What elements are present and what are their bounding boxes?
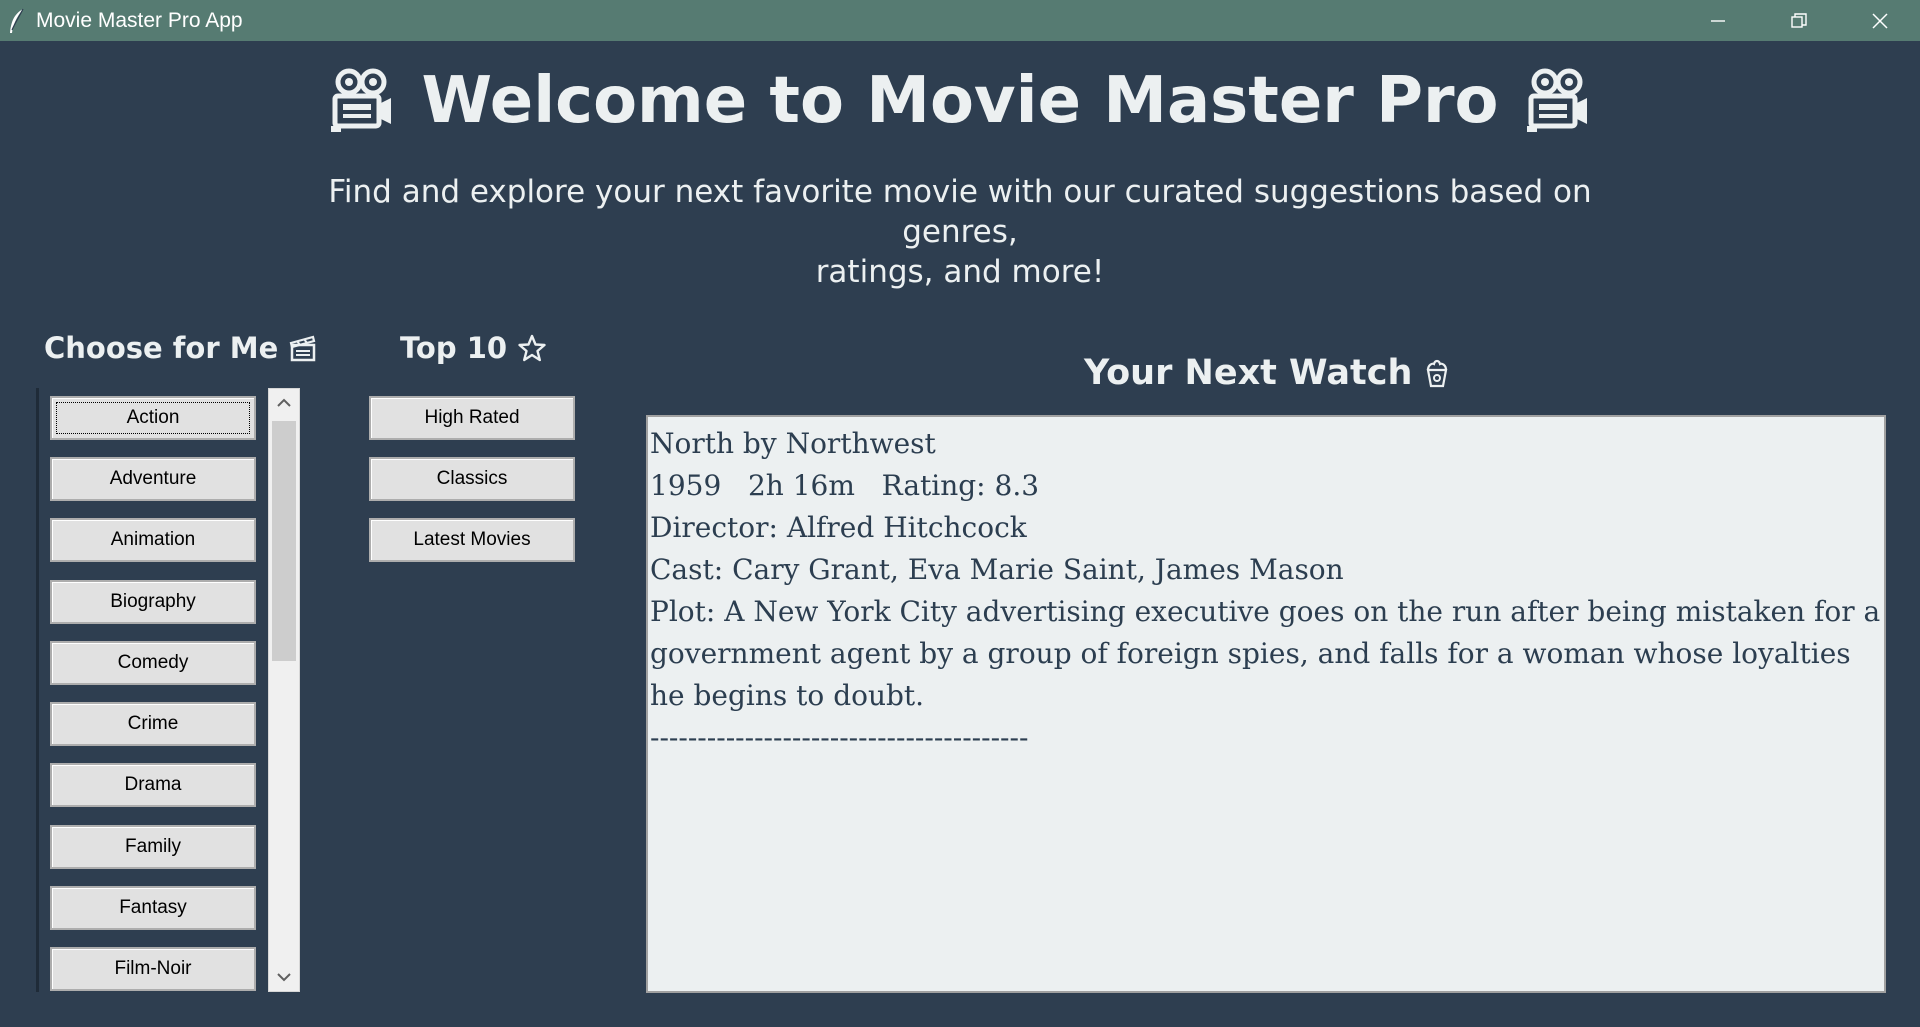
subtitle-line-2: ratings, and more! bbox=[815, 254, 1105, 290]
minimize-icon bbox=[1710, 19, 1725, 22]
close-icon bbox=[1871, 12, 1888, 29]
genre-button-crime[interactable]: Crime bbox=[50, 702, 256, 746]
movie-camera-icon bbox=[1526, 68, 1587, 132]
genre-button-film-noir[interactable]: Film-Noir bbox=[50, 947, 256, 991]
top-10-label: Top 10 bbox=[400, 331, 508, 365]
minimize-button[interactable] bbox=[1677, 0, 1758, 41]
movie-camera-icon bbox=[331, 68, 392, 132]
subtitle: Find and explore your next favorite movi… bbox=[280, 172, 1640, 292]
genre-button-comedy[interactable]: Comedy bbox=[50, 641, 256, 685]
feather-icon bbox=[10, 8, 24, 33]
genre-button-family[interactable]: Family bbox=[50, 825, 256, 869]
restore-button[interactable] bbox=[1758, 0, 1839, 41]
next-watch-label: Your Next Watch bbox=[1084, 353, 1413, 393]
genre-button-action[interactable]: Action bbox=[50, 396, 256, 440]
movie-meta: 1959 2h 16m Rating: 8.3 bbox=[650, 469, 1040, 502]
subtitle-line-1: Find and explore your next favorite movi… bbox=[328, 174, 1592, 250]
genre-button-adventure[interactable]: Adventure bbox=[50, 457, 256, 501]
chevron-down-icon bbox=[277, 973, 291, 982]
genre-button-biography[interactable]: Biography bbox=[50, 580, 256, 624]
welcome-title: Welcome to Movie Master Pro bbox=[421, 64, 1499, 138]
latest-movies-button[interactable]: Latest Movies bbox=[369, 518, 575, 562]
high-rated-button[interactable]: High Rated bbox=[369, 396, 575, 440]
scroll-down-button[interactable] bbox=[269, 963, 299, 991]
next-watch-textarea[interactable]: North by Northwest 1959 2h 16m Rating: 8… bbox=[646, 415, 1886, 993]
movie-cast: Cast: Cary Grant, Eva Marie Saint, James… bbox=[650, 553, 1344, 586]
movie-title: North by Northwest bbox=[650, 427, 936, 460]
separator-line: ---------------------------------------- bbox=[650, 721, 1029, 754]
close-button[interactable] bbox=[1839, 0, 1920, 41]
genre-button-drama[interactable]: Drama bbox=[50, 763, 256, 807]
title-bar: Movie Master Pro App bbox=[0, 0, 1920, 41]
genre-list: Action Adventure Animation Biography Com… bbox=[36, 388, 264, 992]
clapperboard-icon bbox=[289, 335, 316, 362]
scroll-thumb[interactable] bbox=[272, 421, 296, 661]
movie-plot: Plot: A New York City advertising execut… bbox=[650, 595, 1881, 712]
scroll-up-button[interactable] bbox=[269, 389, 299, 417]
classics-button[interactable]: Classics bbox=[369, 457, 575, 501]
window-title: Movie Master Pro App bbox=[36, 8, 243, 32]
popcorn-icon bbox=[1427, 359, 1448, 388]
genre-button-fantasy[interactable]: Fantasy bbox=[50, 886, 256, 930]
top-10-title: Top 10 bbox=[400, 331, 547, 365]
choose-for-me-title: Choose for Me bbox=[44, 331, 318, 365]
welcome-header: Welcome to Movie Master Pro bbox=[0, 64, 1920, 138]
chevron-up-icon bbox=[277, 398, 291, 407]
star-icon bbox=[518, 334, 546, 362]
restore-icon bbox=[1790, 12, 1807, 28]
next-watch-title: Your Next Watch bbox=[1084, 353, 1452, 393]
genre-scrollbar[interactable] bbox=[268, 388, 300, 992]
genre-button-animation[interactable]: Animation bbox=[50, 518, 256, 562]
choose-for-me-label: Choose for Me bbox=[44, 331, 279, 365]
window-controls bbox=[1677, 0, 1920, 41]
movie-director: Director: Alfred Hitchcock bbox=[650, 511, 1027, 544]
